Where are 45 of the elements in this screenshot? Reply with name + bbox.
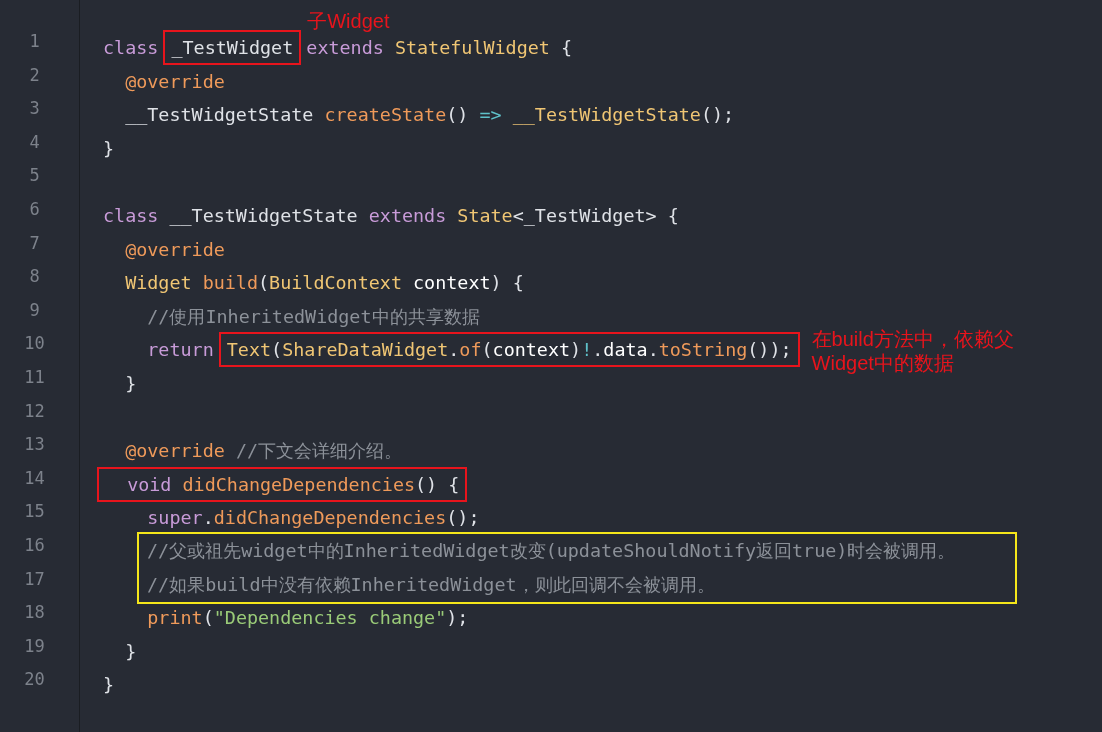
line-number: 6	[28, 198, 41, 221]
line-number: 1	[28, 31, 41, 53]
code-text: class	[103, 37, 160, 58]
annotation-note: 在build方法中，依赖父 Widget中的数据	[811, 327, 1014, 376]
line-number: 18	[23, 602, 46, 625]
line-number: 19	[23, 635, 46, 658]
line-number: 4	[28, 131, 41, 154]
line-number: 11	[23, 366, 46, 389]
line-number: 14	[23, 467, 46, 490]
code-line: //如果build中没有依赖InheritedWidget，则此回调不会被调用。	[147, 573, 716, 597]
code-line: }	[103, 673, 116, 698]
code-text: extends	[305, 37, 385, 58]
code-line: }	[103, 136, 116, 161]
line-number: 17	[23, 568, 46, 591]
line-number: 12	[23, 400, 46, 423]
line-number: 13	[23, 434, 46, 457]
code-line: print("Dependencies change");	[146, 606, 470, 631]
code-line: //父或祖先widget中的InheritedWidget改变(updateShouldNotify返回true)时会被调用。	[147, 539, 957, 564]
code-line: @override	[124, 237, 226, 262]
line-number: 7	[28, 232, 41, 255]
code-text: {	[559, 37, 573, 58]
code-text: return	[146, 339, 215, 361]
annotation-note: 子Widget	[307, 9, 390, 33]
code-line: class __TestWidgetState extends State<_TestWidget> {	[103, 203, 680, 228]
code-line: //使用InheritedWidget中的共享数据	[146, 304, 481, 329]
line-number: 16	[23, 534, 46, 557]
code-line: }	[124, 371, 138, 396]
line-number: 3	[28, 98, 41, 121]
code-line: }	[124, 639, 138, 664]
code-line: @override //下文会详细介绍。	[124, 439, 404, 464]
line-number: 15	[23, 501, 46, 524]
code-line: super.didChangeDependencies();	[146, 506, 481, 531]
code-line: Widget build(BuildContext context) {	[124, 271, 525, 296]
line-number: 8	[28, 266, 41, 289]
line-number: 5	[28, 165, 41, 188]
highlighted-code: void didChangeDependencies() {	[97, 466, 468, 502]
code-line: __TestWidgetState createState() => __TestWidgetState();	[124, 103, 736, 128]
line-number: 20	[23, 669, 46, 692]
highlighted-code: _TestWidget	[163, 30, 302, 65]
code-text: StatefulWidget	[394, 37, 550, 58]
line-number: 2	[28, 64, 41, 87]
line-number: 10	[23, 333, 46, 356]
line-number: 9	[28, 299, 41, 322]
highlighted-code: Text(ShareDataWidget.of(context)!.data.toString());	[218, 332, 800, 368]
code-line: @override	[124, 69, 226, 94]
